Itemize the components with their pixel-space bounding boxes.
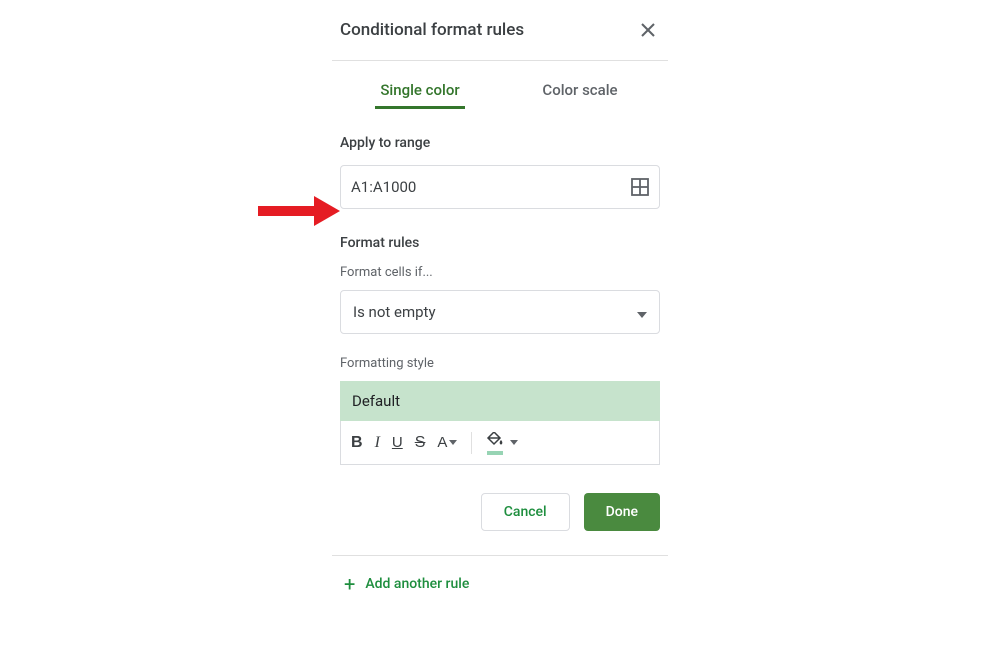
apply-range-label: Apply to range xyxy=(340,135,660,151)
formatting-toolbar: B I U S A xyxy=(340,421,660,465)
plus-icon: + xyxy=(344,572,355,596)
bold-button[interactable]: B xyxy=(351,434,363,452)
condition-select[interactable]: Is not empty xyxy=(340,290,660,334)
panel-title: Conditional format rules xyxy=(340,20,524,40)
add-rule-label: Add another rule xyxy=(365,576,469,592)
strikethrough-button[interactable]: S xyxy=(415,434,426,452)
fill-color-indicator xyxy=(487,451,503,455)
grid-icon xyxy=(631,178,649,196)
pointer-arrow xyxy=(258,194,340,228)
dropdown-arrow-icon xyxy=(637,303,647,322)
close-icon xyxy=(640,22,656,38)
italic-button[interactable]: I xyxy=(375,434,380,452)
chevron-down-icon xyxy=(510,440,518,445)
range-input-container xyxy=(340,165,660,209)
tabs-row: Single color Color scale xyxy=(340,61,660,109)
fill-icon xyxy=(486,432,504,448)
chevron-down-icon xyxy=(449,440,457,445)
condition-value: Is not empty xyxy=(353,303,436,321)
action-buttons: Cancel Done xyxy=(340,493,660,531)
underline-button[interactable]: U xyxy=(392,434,403,451)
range-input[interactable] xyxy=(351,178,631,196)
done-button[interactable]: Done xyxy=(584,493,660,531)
format-rules-label: Format rules xyxy=(340,235,660,251)
close-button[interactable] xyxy=(636,18,660,42)
fill-color-button[interactable] xyxy=(486,432,518,453)
text-color-button[interactable]: A xyxy=(437,434,457,451)
formatting-style-label: Formatting style xyxy=(340,356,660,371)
select-range-button[interactable] xyxy=(631,178,649,196)
conditional-format-panel: Conditional format rules Single color Co… xyxy=(340,18,660,612)
formatting-style-preview[interactable]: Default xyxy=(340,381,660,421)
format-cells-if-label: Format cells if... xyxy=(340,265,660,280)
panel-header: Conditional format rules xyxy=(340,18,660,60)
tab-color-scale[interactable]: Color scale xyxy=(500,75,660,109)
tab-single-color[interactable]: Single color xyxy=(340,75,500,109)
cancel-button[interactable]: Cancel xyxy=(481,493,570,531)
add-another-rule-button[interactable]: + Add another rule xyxy=(340,556,660,612)
toolbar-divider xyxy=(471,432,472,454)
